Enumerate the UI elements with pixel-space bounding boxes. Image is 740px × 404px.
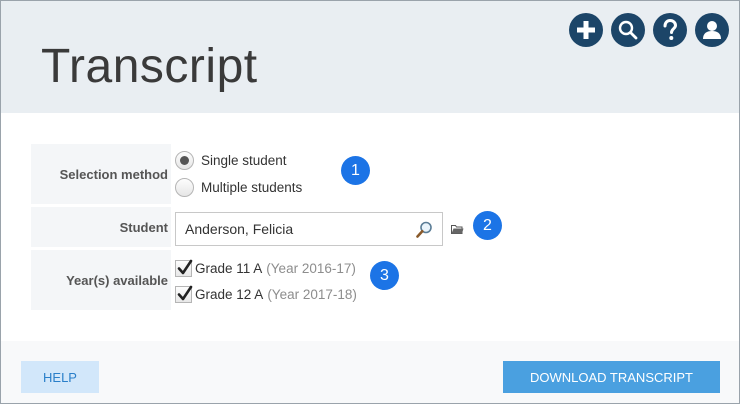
add-button[interactable] <box>569 13 603 47</box>
transcript-form: Selection method Single student Multiple… <box>31 144 501 310</box>
folder-icon[interactable] <box>451 224 464 235</box>
years-row: Year(s) available Grade 11 A (Year 2016-… <box>31 250 501 310</box>
search-button[interactable] <box>611 13 645 47</box>
radio-label: Multiple students <box>201 180 303 195</box>
user-button[interactable] <box>695 13 729 47</box>
help-button[interactable] <box>653 13 687 47</box>
student-input[interactable]: Anderson, Felicia <box>175 212 443 246</box>
selection-method-options: Single student Multiple students <box>171 144 501 204</box>
radio-button[interactable] <box>175 178 194 197</box>
checkmark-icon <box>177 285 193 300</box>
year-range: (Year 2016-17) <box>266 260 356 276</box>
student-value: Anderson, Felicia <box>185 221 294 237</box>
radio-dot-icon <box>180 156 189 165</box>
user-icon <box>703 21 721 39</box>
year-option-grade-11[interactable]: Grade 11 A (Year 2016-17) <box>175 255 501 281</box>
search-icon <box>618 20 638 40</box>
radio-button-selected[interactable] <box>175 151 194 170</box>
page-header: Transcript <box>1 1 739 113</box>
years-label: Year(s) available <box>31 250 171 310</box>
page-footer: HELP DOWNLOAD TRANSCRIPT <box>1 341 739 403</box>
transcript-window: Transcript Selection method Single stude… <box>0 0 740 404</box>
help-icon <box>663 19 678 40</box>
top-toolbar <box>569 13 729 47</box>
checkbox-checked[interactable] <box>175 285 193 303</box>
year-option-grade-12[interactable]: Grade 12 A (Year 2017-18) <box>175 281 501 307</box>
radio-label: Single student <box>201 153 287 168</box>
download-transcript-button[interactable]: DOWNLOAD TRANSCRIPT <box>503 361 720 393</box>
step-marker-2: 2 <box>473 211 502 240</box>
magnifier-icon[interactable] <box>416 221 433 238</box>
page-title: Transcript <box>41 40 258 93</box>
selection-method-label: Selection method <box>31 144 171 204</box>
student-field-wrap: Anderson, Felicia <box>171 207 501 247</box>
years-options: Grade 11 A (Year 2016-17) Grade 12 A (Ye… <box>171 250 501 310</box>
student-row: Student Anderson, Felicia <box>31 207 501 247</box>
step-marker-3: 3 <box>370 261 399 290</box>
radio-multiple-students[interactable]: Multiple students <box>175 174 501 201</box>
checkbox-checked[interactable] <box>175 259 193 277</box>
checkmark-icon <box>177 259 193 274</box>
year-grade: Grade 12 A <box>195 286 264 302</box>
add-icon <box>577 21 595 39</box>
help-footer-button[interactable]: HELP <box>21 361 99 393</box>
student-label: Student <box>31 207 171 247</box>
radio-single-student[interactable]: Single student <box>175 147 501 174</box>
selection-method-row: Selection method Single student Multiple… <box>31 144 501 204</box>
step-marker-1: 1 <box>341 156 370 185</box>
year-range: (Year 2017-18) <box>267 286 357 302</box>
year-grade: Grade 11 A <box>195 260 263 276</box>
